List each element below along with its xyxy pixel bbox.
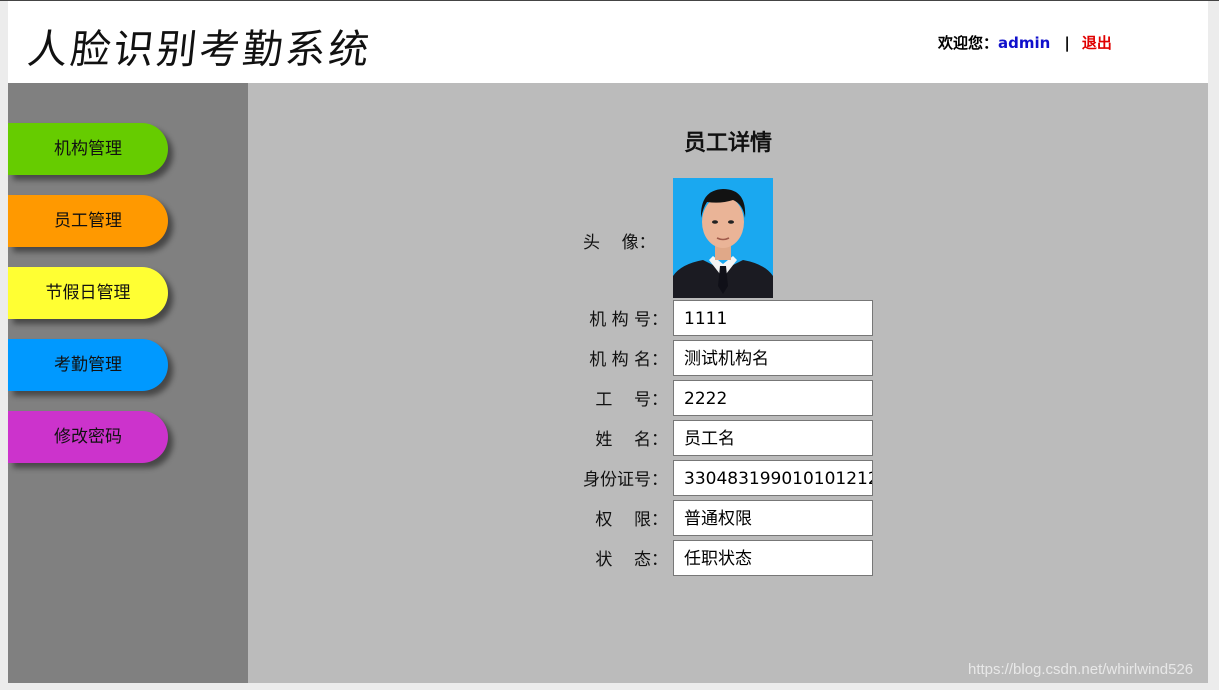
- watermark: https://blog.csdn.net/whirlwind526: [968, 661, 1194, 678]
- app-title: 人脸识别考勤系统: [25, 27, 374, 73]
- org-name-label: 机 构 名：: [589, 350, 668, 370]
- employee-number-label: 工 号：: [595, 390, 668, 410]
- separator: |: [1064, 34, 1070, 52]
- permission-field[interactable]: 普通权限: [673, 500, 873, 536]
- username-link[interactable]: admin: [998, 34, 1050, 52]
- main-content: 员工详情 头 像： 机 构 号： 1111 机 构 名： 测试机构名 工 号： …: [248, 83, 1208, 683]
- nav-attendance-management-button[interactable]: 考勤管理: [8, 339, 168, 391]
- welcome-label: 欢迎您：: [938, 34, 999, 52]
- employee-avatar: [673, 178, 773, 298]
- nav-employee-management-button[interactable]: 员工管理: [8, 195, 168, 247]
- org-number-label: 机 构 号：: [589, 310, 668, 330]
- status-field[interactable]: 任职状态: [673, 540, 873, 576]
- permission-label: 权 限：: [595, 510, 668, 530]
- name-label: 姓 名：: [595, 430, 668, 450]
- status-label: 状 态：: [595, 550, 668, 570]
- portrait-image: [673, 178, 773, 298]
- org-name-field[interactable]: 测试机构名: [673, 340, 873, 376]
- header: 人脸识别考勤系统 欢迎您：admin | 退出: [8, 1, 1208, 83]
- employee-number-field[interactable]: 2222: [673, 380, 873, 416]
- page-title: 员工详情: [683, 131, 772, 156]
- sidebar: 机构管理 员工管理 节假日管理 考勤管理 修改密码: [8, 83, 248, 683]
- user-area: 欢迎您：admin | 退出: [938, 32, 1112, 53]
- name-field[interactable]: 员工名: [673, 420, 873, 456]
- nav-change-password-button[interactable]: 修改密码: [8, 411, 168, 463]
- org-number-field[interactable]: 1111: [673, 300, 873, 336]
- nav-org-management-button[interactable]: 机构管理: [8, 123, 168, 175]
- id-number-field[interactable]: 330483199010101212: [673, 460, 873, 496]
- avatar-label: 头 像：: [583, 233, 656, 253]
- nav-holiday-management-button[interactable]: 节假日管理: [8, 267, 168, 319]
- id-number-label: 身份证号：: [583, 470, 668, 490]
- logout-link[interactable]: 退出: [1082, 34, 1112, 52]
